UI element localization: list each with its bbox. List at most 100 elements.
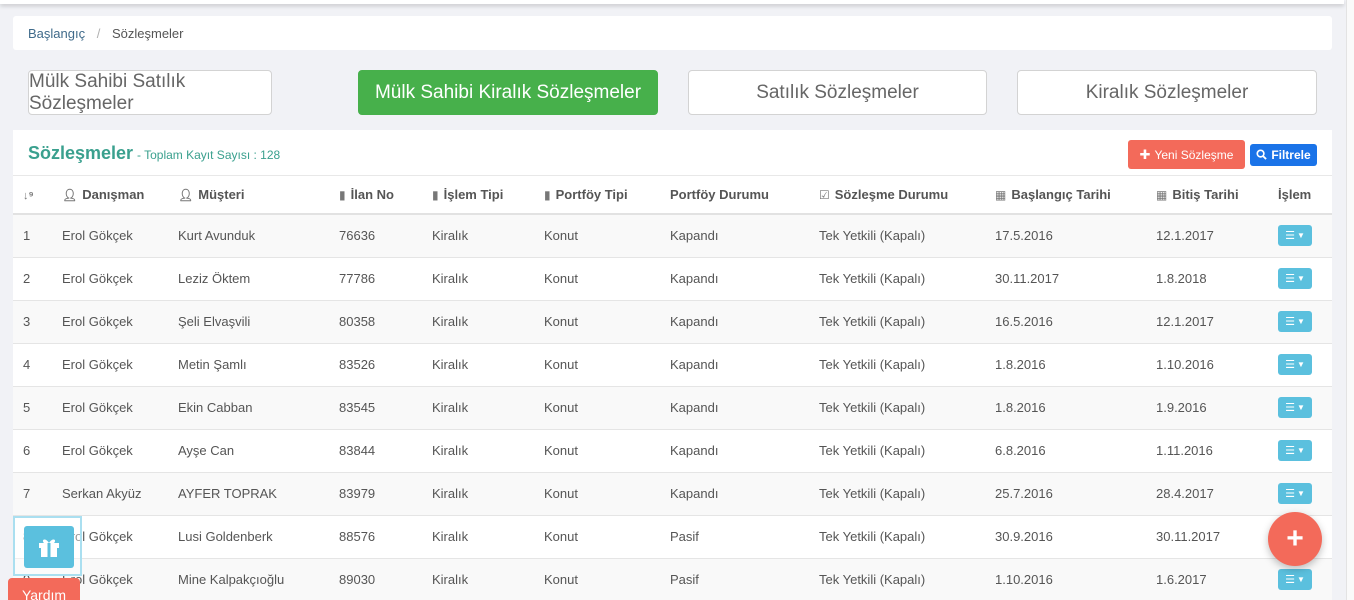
cell-customer: AYFER TOPRAK bbox=[168, 472, 329, 516]
cell-transaction-type: Kiralık bbox=[422, 429, 534, 473]
filter-label: Filtrele bbox=[1271, 148, 1311, 162]
breadcrumb-home[interactable]: Başlangıç bbox=[28, 26, 85, 41]
cell-start-date: 6.8.2016 bbox=[985, 429, 1146, 473]
new-contract-button[interactable]: ✚ Yeni Sözleşme bbox=[1128, 140, 1245, 169]
tab-owner-rental-contracts[interactable]: Mülk Sahibi Kiralık Sözleşmeler bbox=[358, 70, 658, 115]
cell-customer: Mine Kalpakçıoğlu bbox=[168, 558, 329, 600]
col-end-date[interactable]: ▦ Bitiş Tarihi bbox=[1146, 176, 1268, 215]
col-transaction-type[interactable]: ▮ İşlem Tipi bbox=[422, 176, 534, 215]
row-action-menu-button[interactable]: ☰▼ bbox=[1278, 354, 1312, 375]
col-customer-label: Müşteri bbox=[198, 187, 245, 202]
cell-end-date: 1.8.2018 bbox=[1146, 257, 1268, 301]
cell-portfolio-status: Kapandı bbox=[660, 300, 809, 344]
row-action-menu-button[interactable]: ☰▼ bbox=[1278, 311, 1312, 332]
table-row: 5 Erol Gökçek Ekin Cabban 83545 Kiralık Konut… bbox=[13, 386, 1332, 430]
row-action-menu-button[interactable]: ☰▼ bbox=[1278, 440, 1312, 461]
cell-start-date: 25.7.2016 bbox=[985, 472, 1146, 516]
cell-portfolio-status: Kapandı bbox=[660, 429, 809, 473]
col-customer[interactable]: 👤︎ Müşteri bbox=[168, 176, 329, 215]
cell-contract-status: Tek Yetkili (Kapalı) bbox=[809, 214, 985, 258]
cell-listing-no: 76636 bbox=[329, 214, 422, 258]
cell-consultant: Serkan Akyüz bbox=[52, 472, 168, 516]
tab-sale-contracts[interactable]: Satılık Sözleşmeler bbox=[688, 70, 987, 115]
cell-transaction-type: Kiralık bbox=[422, 472, 534, 516]
cell-transaction-type: Kiralık bbox=[422, 257, 534, 301]
col-consultant[interactable]: 👤︎ Danışman bbox=[52, 176, 168, 215]
col-transaction-label: İşlem Tipi bbox=[443, 187, 504, 202]
filter-button[interactable]: Filtrele bbox=[1250, 144, 1317, 166]
sort-numeric-icon: ↓⁹ bbox=[23, 190, 34, 202]
cell-row-index: 5 bbox=[13, 386, 52, 430]
calendar-icon: ▦ bbox=[1156, 188, 1168, 202]
cell-start-date: 1.10.2016 bbox=[985, 558, 1146, 600]
cell-contract-status: Tek Yetkili (Kapalı) bbox=[809, 257, 985, 301]
bars-icon: ☰ bbox=[1285, 445, 1295, 457]
col-listing-no[interactable]: ▮ İlan No bbox=[329, 176, 422, 215]
col-start-date-label: Başlangıç Tarihi bbox=[1011, 187, 1111, 202]
bars-icon: ☰ bbox=[1285, 488, 1295, 500]
caret-down-icon: ▼ bbox=[1296, 231, 1305, 241]
col-start-date[interactable]: ▦ Başlangıç Tarihi bbox=[985, 176, 1146, 215]
caret-down-icon: ▼ bbox=[1296, 274, 1305, 283]
cell-start-date: 1.8.2016 bbox=[985, 386, 1146, 430]
table-row: 4 Erol Gökçek Metin Şamlı 83526 Kiralık Konut… bbox=[13, 343, 1332, 387]
col-portfolio-status[interactable]: Portföy Durumu bbox=[660, 176, 809, 215]
panel-title: Sözleşmeler bbox=[28, 143, 134, 163]
cell-start-date: 1.8.2016 bbox=[985, 343, 1146, 387]
cell-contract-status: Tek Yetkili (Kapalı) bbox=[809, 558, 985, 600]
tab-rental-contracts[interactable]: Kiralık Sözleşmeler bbox=[1017, 70, 1317, 115]
cell-portfolio-status: Pasif bbox=[660, 515, 809, 559]
cell-action: ☰▼ bbox=[1268, 343, 1332, 387]
cell-end-date: 12.1.2017 bbox=[1146, 214, 1268, 258]
row-action-menu-button[interactable]: ☰▼ bbox=[1278, 268, 1312, 289]
row-action-menu-button[interactable]: ☰▼ bbox=[1278, 483, 1312, 504]
gift-widget[interactable] bbox=[13, 516, 82, 576]
col-action-label: İşlem bbox=[1278, 187, 1312, 202]
bars-icon: ☰ bbox=[1285, 273, 1295, 285]
cell-action: ☰▼ bbox=[1268, 472, 1332, 516]
user-icon: 👤︎ bbox=[178, 188, 194, 202]
table-row: 1 Erol Gökçek Kurt Avunduk 76636 Kiralık Konu… bbox=[13, 214, 1332, 258]
cell-row-index: 1 bbox=[13, 214, 52, 258]
col-contract-status[interactable]: ☑ Sözleşme Durumu bbox=[809, 176, 985, 215]
cell-start-date: 30.11.2017 bbox=[985, 257, 1146, 301]
col-portfolio-status-label: Portföy Durumu bbox=[670, 187, 769, 202]
cell-consultant: Erol Gökçek bbox=[52, 214, 168, 258]
caret-down-icon: ▼ bbox=[1296, 489, 1305, 498]
file-icon: ▮ bbox=[544, 188, 551, 202]
help-button[interactable]: Yardım bbox=[8, 578, 80, 600]
col-portfolio-type[interactable]: ▮ Portföy Tipi bbox=[534, 176, 660, 215]
cell-customer: Ekin Cabban bbox=[168, 386, 329, 430]
tab-owner-sale-contracts[interactable]: Mülk Sahibi Satılık Sözleşmeler bbox=[28, 70, 272, 115]
cell-action: ☰▼ bbox=[1268, 257, 1332, 301]
breadcrumb: Başlangıç / Sözleşmeler bbox=[13, 16, 1332, 50]
scrollbar[interactable] bbox=[1346, 0, 1354, 600]
cell-end-date: 28.4.2017 bbox=[1146, 472, 1268, 516]
table-row: 8Erol GökçekLusi Goldenberk88576KiralıkK… bbox=[13, 515, 1332, 559]
col-sort[interactable]: ↓⁹ bbox=[13, 176, 52, 215]
cell-transaction-type: Kiralık bbox=[422, 386, 534, 430]
cell-customer: Lusi Goldenberk bbox=[168, 515, 329, 559]
panel-header: Sözleşmeler - Toplam Kayıt Sayısı : 128 … bbox=[13, 130, 1332, 176]
row-action-menu-button[interactable]: ☰▼ bbox=[1278, 569, 1312, 590]
table-row: 7 Serkan Akyüz AYFER TOPRAK 83979 Kiralık Kon… bbox=[13, 472, 1332, 516]
cell-listing-no: 83545 bbox=[329, 386, 422, 430]
cell-listing-no: 88576 bbox=[329, 515, 422, 559]
caret-down-icon: ▼ bbox=[1296, 403, 1305, 412]
cell-consultant: Erol Gökçek bbox=[52, 257, 168, 301]
cell-end-date: 1.10.2016 bbox=[1146, 343, 1268, 387]
table-row: 9Erol GökçekMine Kalpakçıoğlu89030Kiralı… bbox=[13, 558, 1332, 600]
cell-listing-no: 77786 bbox=[329, 257, 422, 301]
row-action-menu-button[interactable]: ☰▼ bbox=[1278, 397, 1312, 418]
gift-icon[interactable] bbox=[24, 526, 74, 568]
cell-end-date: 1.11.2016 bbox=[1146, 429, 1268, 473]
cell-customer: Leziz Öktem bbox=[168, 257, 329, 301]
row-action-menu-button[interactable]: ☰▼ bbox=[1278, 225, 1312, 247]
user-icon: 👤︎ bbox=[62, 188, 78, 202]
cell-portfolio-type: Konut bbox=[534, 429, 660, 473]
add-fab-button[interactable]: + bbox=[1268, 512, 1322, 566]
table-header-row: ↓⁹ 👤︎ Danışman 👤︎ Müşteri ▮ İlan No ▮ İşlem … bbox=[13, 176, 1332, 215]
cell-end-date: 1.6.2017 bbox=[1146, 558, 1268, 600]
cell-start-date: 16.5.2016 bbox=[985, 300, 1146, 344]
cell-portfolio-type: Konut bbox=[534, 386, 660, 430]
